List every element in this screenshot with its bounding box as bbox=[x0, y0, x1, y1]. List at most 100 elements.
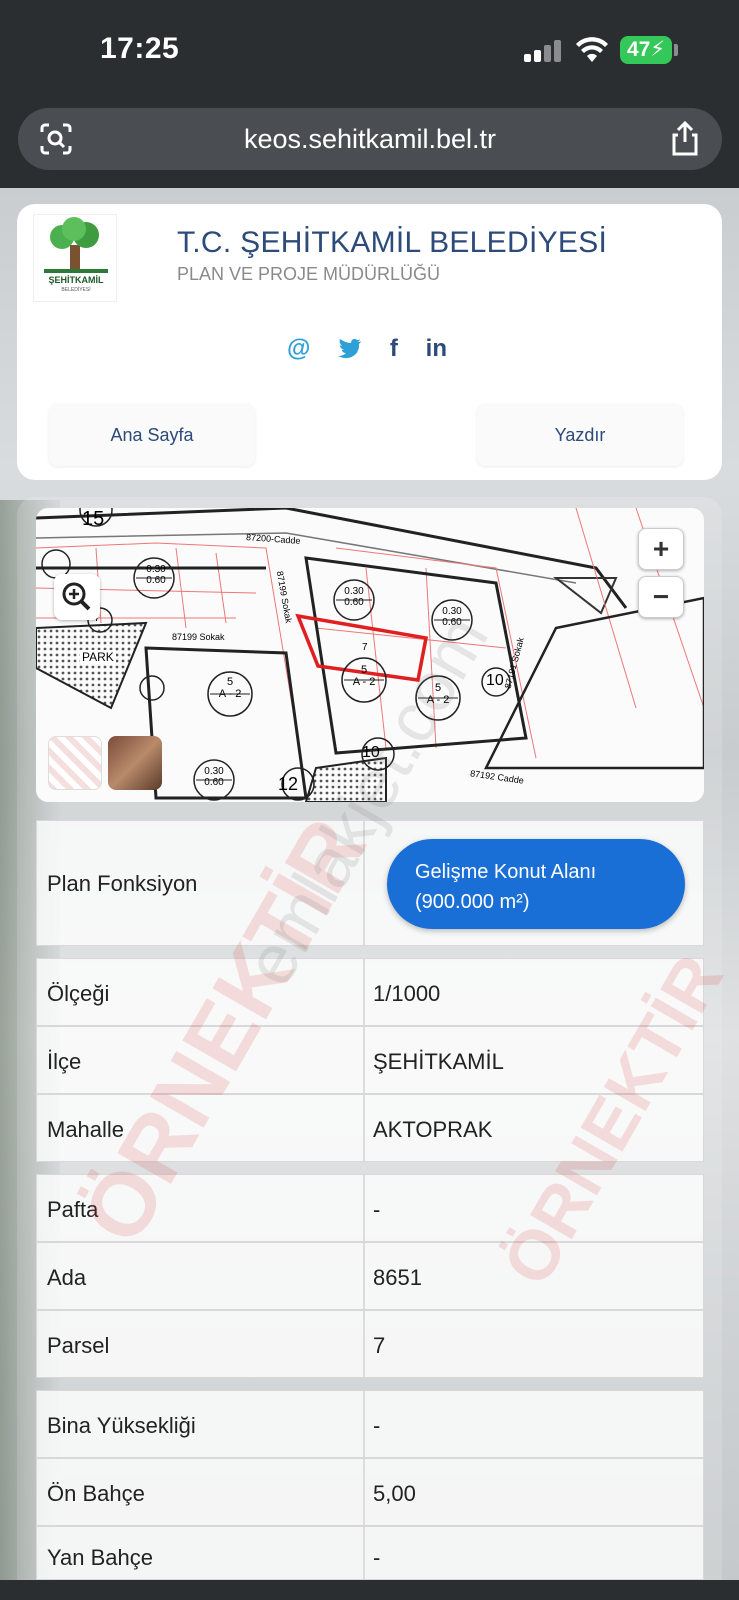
map-number-10b: 10 bbox=[486, 672, 504, 689]
twitter-icon[interactable] bbox=[338, 339, 362, 359]
row-divider bbox=[363, 1243, 365, 1309]
row-label: Pafta bbox=[47, 1197, 99, 1222]
print-button[interactable]: Yazdır bbox=[477, 404, 683, 466]
table-row: Ön Bahçe 5,00 bbox=[36, 1458, 704, 1526]
magnify-button[interactable] bbox=[54, 574, 100, 620]
linkedin-icon[interactable]: in bbox=[426, 335, 447, 363]
battery-level: 47 bbox=[626, 38, 651, 61]
email-icon[interactable]: @ bbox=[287, 335, 310, 363]
table-row: İlçe ŞEHİTKAMİL bbox=[36, 1026, 704, 1094]
row-label: Bina Yüksekliği bbox=[47, 1413, 196, 1438]
street-label-sokak: 87199 Sokak bbox=[172, 632, 225, 642]
table-row: Mahalle AKTOPRAK bbox=[36, 1094, 704, 1162]
table-row: Parsel 7 bbox=[36, 1310, 704, 1378]
ratio-label-2-top: 0.30 bbox=[344, 586, 364, 597]
zone-label-3-number: 5 bbox=[434, 682, 442, 694]
map-number-10a: 10 bbox=[362, 744, 380, 761]
status-time: 17:25 bbox=[100, 32, 180, 65]
ratio-label-2-bottom: 0.60 bbox=[344, 597, 364, 608]
zoom-in-button[interactable]: + bbox=[638, 528, 684, 570]
row-value: ŞEHİTKAMİL bbox=[373, 1049, 504, 1074]
zone-label-2-number: 5 bbox=[360, 664, 368, 676]
row-divider bbox=[363, 1527, 365, 1579]
ratio-label-3-top: 0.30 bbox=[442, 606, 462, 617]
map-number-12: 12 bbox=[278, 774, 299, 794]
row-divider bbox=[363, 1459, 365, 1525]
park-label: PARK bbox=[80, 650, 116, 664]
row-divider bbox=[363, 1175, 365, 1241]
table-row: Yan Bahçe - bbox=[36, 1526, 704, 1580]
browser-bottom-bar bbox=[0, 1580, 739, 1600]
row-divider bbox=[363, 959, 365, 1025]
row-divider bbox=[363, 1095, 365, 1161]
row-value: 7 bbox=[373, 1333, 386, 1358]
zoom-out-button[interactable]: − bbox=[638, 576, 684, 618]
facebook-icon[interactable]: f bbox=[390, 335, 398, 363]
logo-subtitle: BELEDİYESİ bbox=[61, 287, 91, 293]
home-button[interactable]: Ana Sayfa bbox=[49, 404, 255, 466]
row-value: 5,00 bbox=[373, 1481, 416, 1506]
battery-icon: 47⚡ bbox=[620, 36, 672, 64]
tree-icon bbox=[44, 217, 108, 273]
browser-toolbar: keos.sehitkamil.bel.tr bbox=[0, 100, 739, 188]
row-label: Parsel bbox=[47, 1333, 110, 1358]
signal-icon bbox=[524, 38, 564, 62]
zone-label-3-code: A - 2 bbox=[426, 694, 450, 706]
zone-label-1-code: A - 2 bbox=[218, 688, 242, 700]
row-divider bbox=[363, 1391, 365, 1457]
header-card: ŞEHİTKAMİL BELEDİYESİ T.C. ŞEHİTKAMİL BE… bbox=[17, 204, 722, 480]
wifi-icon bbox=[576, 37, 608, 62]
municipality-logo[interactable]: ŞEHİTKAMİL BELEDİYESİ bbox=[33, 214, 117, 302]
page-title: T.C. ŞEHİTKAMİL BELEDİYESİ bbox=[177, 226, 608, 259]
row-value: - bbox=[373, 1413, 381, 1438]
plan-layer-thumbnail[interactable] bbox=[48, 736, 102, 790]
row-label: Ölçeği bbox=[47, 981, 110, 1006]
logo-name: ŞEHİTKAMİL bbox=[48, 275, 104, 285]
plan-function-label: Plan Fonksiyon bbox=[47, 871, 198, 896]
row-label: Mahalle bbox=[47, 1117, 125, 1142]
share-icon[interactable] bbox=[668, 120, 702, 158]
url-text[interactable]: keos.sehitkamil.bel.tr bbox=[18, 124, 722, 155]
parcel-map[interactable]: PARK 87200-Cadde 87199 Sokak 87192 Cadde… bbox=[36, 508, 704, 802]
row-label: Yan Bahçe bbox=[47, 1545, 154, 1570]
ratio-label-1: 0.30 0.60 bbox=[138, 564, 174, 586]
plan-function-area: (900.000 m²) bbox=[415, 891, 530, 913]
row-value: - bbox=[373, 1197, 381, 1222]
ratio-label-3: 0.30 0.60 bbox=[434, 606, 470, 628]
row-value: AKTOPRAK bbox=[373, 1117, 493, 1142]
ratio-label-1-bottom: 0.60 bbox=[146, 575, 166, 586]
row-label: Ön Bahçe bbox=[47, 1481, 145, 1506]
plan-function-name: Gelişme Konut Alanı bbox=[415, 861, 597, 883]
row-divider bbox=[363, 1027, 365, 1093]
ratio-label-1-top: 0.30 bbox=[146, 564, 166, 575]
ratio-label-4-bottom: 0.60 bbox=[204, 777, 224, 788]
url-bar[interactable]: keos.sehitkamil.bel.tr bbox=[18, 108, 722, 170]
zone-label-3: 5 A - 2 bbox=[418, 682, 458, 706]
table-row: Pafta - bbox=[36, 1174, 704, 1242]
row-divider bbox=[363, 1311, 365, 1377]
ratio-label-3-bottom: 0.60 bbox=[442, 617, 462, 628]
row-value: - bbox=[373, 1545, 381, 1570]
table-row: Ölçeği 1/1000 bbox=[36, 958, 704, 1026]
satellite-layer-thumbnail[interactable] bbox=[108, 736, 162, 790]
row-value: 1/1000 bbox=[373, 981, 441, 1006]
map-lot-number: 7 bbox=[362, 642, 368, 653]
zone-label-2: 5 A - 2 bbox=[344, 664, 384, 688]
zone-label-1-number: 5 bbox=[226, 676, 234, 688]
social-links: @ f in bbox=[287, 334, 447, 364]
zone-label-1: 5 A - 2 bbox=[212, 676, 248, 700]
map-number-15: 15 bbox=[82, 508, 105, 530]
ratio-label-2: 0.30 0.60 bbox=[336, 586, 372, 608]
row-label: İlçe bbox=[47, 1049, 82, 1074]
row-label: Ada bbox=[47, 1265, 87, 1290]
status-bar: 17:25 47⚡ bbox=[0, 0, 739, 100]
ratio-label-4-top: 0.30 bbox=[204, 766, 224, 777]
row-divider bbox=[363, 821, 365, 945]
zone-label-2-code: A - 2 bbox=[352, 676, 376, 688]
plan-function-row: Plan Fonksiyon Gelişme Konut Alanı (900.… bbox=[36, 820, 704, 946]
table-row: Ada 8651 bbox=[36, 1242, 704, 1310]
row-value: 8651 bbox=[373, 1265, 422, 1290]
plan-function-badge[interactable]: Gelişme Konut Alanı (900.000 m²) bbox=[387, 839, 685, 929]
page-subtitle: PLAN VE PROJE MÜDÜRLÜĞÜ bbox=[177, 264, 441, 284]
ratio-label-4: 0.30 0.60 bbox=[196, 766, 232, 788]
